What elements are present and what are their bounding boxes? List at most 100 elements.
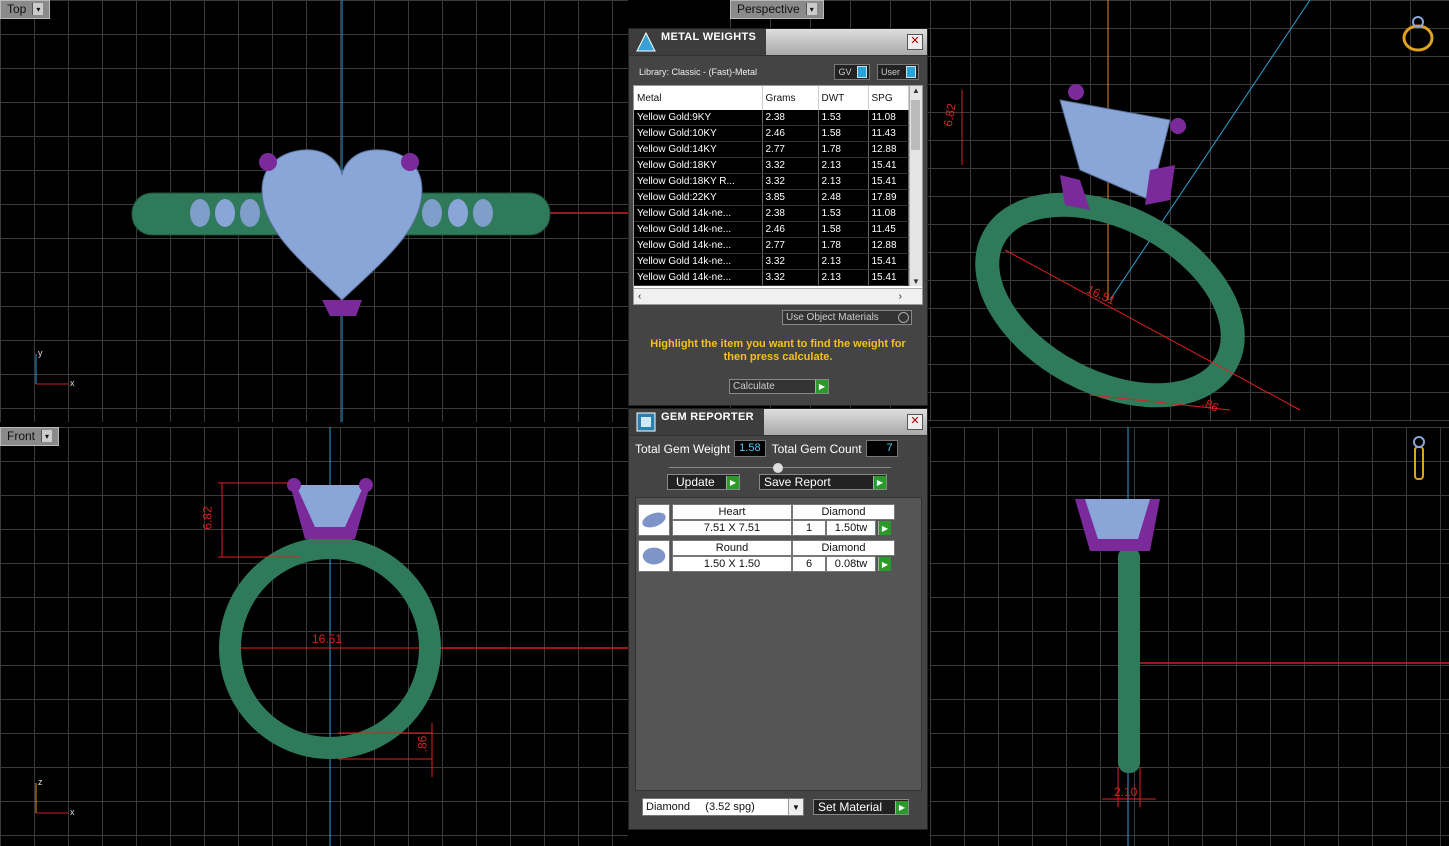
cell-metal: Yellow Gold:9KY bbox=[634, 110, 763, 126]
axis-gizmo-top: y x bbox=[32, 348, 76, 390]
toggle-circle-icon bbox=[898, 312, 909, 323]
user-toggle[interactable]: User bbox=[876, 64, 919, 80]
table-row[interactable]: Yellow Gold:18KY 3.32 2.13 15.41 bbox=[634, 157, 909, 174]
cell-spg: 11.45 bbox=[868, 221, 909, 238]
table-row[interactable]: Yellow Gold:9KY 2.38 1.53 11.08 bbox=[634, 110, 909, 126]
chevron-down-icon[interactable]: ▼ bbox=[788, 799, 803, 815]
close-icon[interactable]: ✕ bbox=[907, 34, 923, 50]
vertical-scrollbar[interactable]: ▲ ▼ bbox=[909, 86, 922, 286]
play-icon[interactable]: ▶ bbox=[878, 557, 891, 571]
play-icon: ▶ bbox=[873, 475, 886, 489]
play-icon[interactable]: ▶ bbox=[878, 521, 891, 535]
metal-weights-logo-icon bbox=[636, 31, 656, 52]
gem-count: 6 bbox=[792, 556, 826, 572]
round-gem-icon bbox=[638, 540, 670, 572]
table-row[interactable]: Yellow Gold:22KY 3.85 2.48 17.89 bbox=[634, 189, 909, 206]
column-header-grams[interactable]: Grams bbox=[762, 86, 819, 110]
chevron-down-icon[interactable]: ▾ bbox=[41, 430, 53, 442]
cell-spg: 12.88 bbox=[868, 141, 909, 158]
table-header-row: Metal Grams DWT SPG bbox=[634, 86, 909, 110]
scrollbar-thumb[interactable] bbox=[911, 100, 920, 150]
total-gem-count-label: Total Gem Count bbox=[771, 441, 862, 456]
table-row[interactable]: Yellow Gold 14k-ne... 3.32 2.13 15.41 bbox=[634, 269, 909, 286]
metal-weights-titlebar[interactable]: METAL WEIGHTS ✕ bbox=[629, 29, 927, 56]
column-header-spg[interactable]: SPG bbox=[868, 86, 909, 110]
table-row[interactable]: Yellow Gold:10KY 2.46 1.58 11.43 bbox=[634, 125, 909, 142]
cell-grams: 2.38 bbox=[762, 205, 819, 222]
gem-row[interactable]: Round Diamond 1.50 X 1.50 6 0.08tw ▶ bbox=[638, 540, 895, 574]
table-row[interactable]: Yellow Gold 14k-ne... 2.38 1.53 11.08 bbox=[634, 205, 909, 222]
material-select[interactable]: Diamond (3.52 spg) ▼ bbox=[642, 798, 804, 816]
gem-size: 7.51 X 7.51 bbox=[672, 520, 792, 536]
axis-label-z: z bbox=[38, 777, 43, 787]
gem-reporter-logo-icon bbox=[636, 412, 656, 432]
gem-count: 1 bbox=[792, 520, 826, 536]
scroll-down-icon[interactable]: ▼ bbox=[912, 277, 920, 286]
gem-weight: 1.50tw bbox=[826, 520, 876, 536]
cell-metal: Yellow Gold 14k-ne... bbox=[634, 269, 763, 286]
viewport-right[interactable]: 2.10 bbox=[930, 427, 1449, 846]
cell-spg: 15.41 bbox=[868, 253, 909, 270]
total-gem-weight-label: Total Gem Weight bbox=[635, 441, 731, 456]
save-report-button[interactable]: Save Report ▶ bbox=[759, 474, 887, 490]
cell-grams: 2.38 bbox=[762, 110, 819, 126]
cell-metal: Yellow Gold:18KY R... bbox=[634, 173, 763, 190]
table-row[interactable]: Yellow Gold:14KY 2.77 1.78 12.88 bbox=[634, 141, 909, 158]
table-row[interactable]: Yellow Gold 14k-ne... 2.46 1.58 11.45 bbox=[634, 221, 909, 238]
gem-list: Heart Diamond 7.51 X 7.51 1 1.50tw ▶ Rou… bbox=[635, 497, 922, 791]
chevron-down-icon[interactable]: ▾ bbox=[805, 3, 817, 15]
cell-spg: 17.89 bbox=[868, 189, 909, 206]
viewport-label-text: Perspective bbox=[737, 2, 800, 16]
gem-material: Diamond bbox=[792, 540, 895, 556]
viewport-label-top[interactable]: Top ▾ bbox=[0, 0, 51, 19]
chevron-down-icon[interactable]: ▾ bbox=[32, 3, 44, 15]
gv-toggle[interactable]: GV bbox=[834, 64, 871, 80]
use-object-materials-label: Use Object Materials bbox=[786, 312, 879, 323]
cell-grams: 2.77 bbox=[762, 237, 819, 254]
cell-grams: 3.32 bbox=[762, 173, 819, 190]
gem-reporter-titlebar[interactable]: GEM REPORTER ✕ bbox=[629, 409, 927, 436]
cell-dwt: 2.13 bbox=[818, 157, 869, 174]
viewport-label-text: Front bbox=[7, 429, 36, 443]
total-gem-count-value: 7 bbox=[865, 440, 898, 457]
viewport-top[interactable]: Top ▾ y x bbox=[0, 0, 628, 422]
metal-weights-table: Metal Grams DWT SPG Yellow Gold:9KY 2.38 1… bbox=[634, 86, 909, 286]
set-material-label: Set Material bbox=[818, 800, 883, 814]
set-material-button[interactable]: Set Material ▶ bbox=[813, 799, 909, 815]
divider-handle[interactable] bbox=[773, 463, 783, 473]
table-row[interactable]: Yellow Gold 14k-ne... 3.32 2.13 15.41 bbox=[634, 253, 909, 270]
metal-weights-title: METAL WEIGHTS bbox=[661, 31, 757, 43]
scroll-left-icon[interactable]: ‹ bbox=[638, 291, 641, 302]
viewport-label-front[interactable]: Front ▾ bbox=[0, 427, 60, 446]
view-toggles: GV User bbox=[830, 64, 919, 80]
column-header-dwt[interactable]: DWT bbox=[818, 86, 869, 110]
play-icon: ▶ bbox=[815, 380, 828, 393]
calculate-button[interactable]: Calculate ▶ bbox=[729, 379, 829, 394]
gem-row[interactable]: Heart Diamond 7.51 X 7.51 1 1.50tw ▶ bbox=[638, 504, 895, 538]
gem-shape: Heart bbox=[672, 504, 792, 520]
viewport-front[interactable]: 6.82 16.51 .86 Front ▾ z x bbox=[0, 427, 628, 846]
gv-toggle-label: GV bbox=[838, 67, 852, 77]
ring-gizmo-icon[interactable] bbox=[1404, 435, 1434, 485]
column-header-metal[interactable]: Metal bbox=[634, 86, 763, 110]
scroll-up-icon[interactable]: ▲ bbox=[912, 86, 920, 95]
table-row[interactable]: Yellow Gold 14k-ne... 2.77 1.78 12.88 bbox=[634, 237, 909, 254]
top-view-model bbox=[131, 0, 628, 422]
scroll-right-icon[interactable]: › bbox=[899, 291, 902, 302]
cell-grams: 3.32 bbox=[762, 253, 819, 270]
ring-gizmo-icon[interactable] bbox=[1398, 14, 1438, 54]
viewport-label-text: Top bbox=[7, 2, 27, 16]
viewport-label-perspective[interactable]: Perspective ▾ bbox=[730, 0, 824, 19]
horizontal-scrollbar[interactable]: ‹ › bbox=[634, 288, 922, 304]
divider-slider[interactable] bbox=[669, 463, 891, 473]
metal-weights-rows: Yellow Gold:9KY 2.38 1.53 11.08 Yellow Gold:… bbox=[634, 110, 909, 286]
close-icon[interactable]: ✕ bbox=[907, 414, 923, 430]
update-button[interactable]: Update ▶ bbox=[667, 474, 740, 490]
dim-front-band: .86 bbox=[415, 735, 430, 753]
gem-size: 1.50 X 1.50 bbox=[672, 556, 792, 572]
table-row[interactable]: Yellow Gold:18KY R... 3.32 2.13 15.41 bbox=[634, 173, 909, 190]
heart-gem-icon bbox=[638, 504, 670, 536]
cell-dwt: 1.58 bbox=[818, 221, 869, 238]
use-object-materials-toggle[interactable]: Use Object Materials bbox=[782, 310, 912, 325]
cell-metal: Yellow Gold 14k-ne... bbox=[634, 221, 763, 238]
